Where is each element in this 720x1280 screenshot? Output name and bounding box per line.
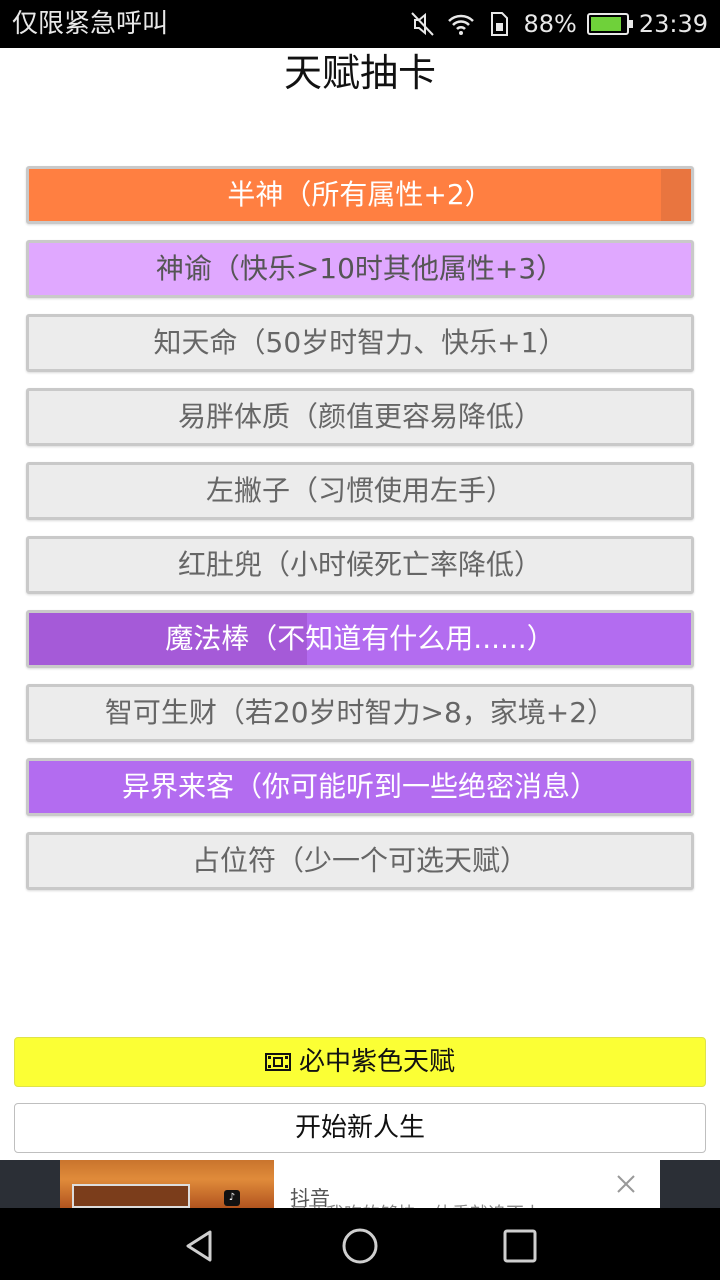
talent-label: 神谕（快乐>10时其他属性+3） xyxy=(155,252,565,285)
talent-card-10[interactable]: 占位符（少一个可选天赋） xyxy=(26,832,694,890)
mute-icon xyxy=(411,12,435,36)
talent-label: 异界来客（你可能听到一些绝密消息） xyxy=(121,770,598,803)
close-icon[interactable] xyxy=(616,1174,636,1194)
navigation-bar xyxy=(0,1208,720,1280)
recents-icon[interactable] xyxy=(500,1226,540,1266)
talent-card-2[interactable]: 神谕（快乐>10时其他属性+3） xyxy=(26,240,694,298)
talent-label: 魔法棒（不知道有什么用......） xyxy=(165,622,555,655)
status-bar: 仅限紧急呼叫 88% 23:39 xyxy=(0,0,720,48)
talent-label: 红肚兜（小时候死亡率降低） xyxy=(177,548,542,581)
talent-card-5[interactable]: 左撇子（习惯使用左手） xyxy=(26,462,694,520)
start-new-life-button[interactable]: 开始新人生 xyxy=(14,1103,706,1153)
home-icon[interactable] xyxy=(340,1226,380,1266)
guaranteed-purple-label: 必中紫色天赋 xyxy=(298,1047,455,1077)
battery-percent: 88% xyxy=(523,10,577,38)
talent-label: 占位符（少一个可选天赋） xyxy=(191,844,528,877)
carrier-text: 仅限紧急呼叫 xyxy=(12,9,169,39)
ad-banner: ♪ 抖音 只要我吃的够快，体重就追不上 xyxy=(0,1160,720,1208)
ad-description: 只要我吃的够快，体重就追不上 xyxy=(290,1200,542,1208)
talent-card-3[interactable]: 知天命（50岁时智力、快乐+1） xyxy=(26,314,694,372)
back-icon[interactable] xyxy=(180,1226,220,1266)
clock: 23:39 xyxy=(638,10,708,38)
status-icons: 88% 23:39 xyxy=(409,8,708,40)
wifi-icon xyxy=(448,14,475,35)
talent-label: 知天命（50岁时智力、快乐+1） xyxy=(153,326,567,359)
talent-label: 半神（所有属性+2） xyxy=(227,178,493,211)
sim-icon xyxy=(491,12,509,36)
talent-label: 智可生财（若20岁时智力>8，家境+2） xyxy=(104,696,616,729)
talent-label: 易胖体质（颜值更容易降低） xyxy=(177,400,542,433)
ad-card[interactable]: ♪ 抖音 只要我吃的够快，体重就追不上 xyxy=(60,1160,660,1208)
talent-card-1[interactable]: 半神（所有属性+2） xyxy=(26,166,694,224)
page-title: 天赋抽卡 xyxy=(283,51,436,95)
video-icon xyxy=(264,1053,291,1071)
talent-card-8[interactable]: 智可生财（若20岁时智力>8，家境+2） xyxy=(26,684,694,742)
talent-card-4[interactable]: 易胖体质（颜值更容易降低） xyxy=(26,388,694,446)
talent-label: 左撇子（习惯使用左手） xyxy=(205,474,514,507)
talent-list: 半神（所有属性+2） 神谕（快乐>10时其他属性+3） 知天命（50岁时智力、快… xyxy=(26,166,694,906)
talent-card-7[interactable]: 魔法棒（不知道有什么用......） xyxy=(26,610,694,668)
battery-icon xyxy=(586,13,633,35)
guaranteed-purple-button[interactable]: 必中紫色天赋 xyxy=(14,1037,706,1087)
talent-card-6[interactable]: 红肚兜（小时候死亡率降低） xyxy=(26,536,694,594)
ad-thumbnail: ♪ xyxy=(60,1160,274,1208)
talent-card-9[interactable]: 异界来客（你可能听到一些绝密消息） xyxy=(26,758,694,816)
tiktok-logo-icon: ♪ xyxy=(224,1190,240,1206)
